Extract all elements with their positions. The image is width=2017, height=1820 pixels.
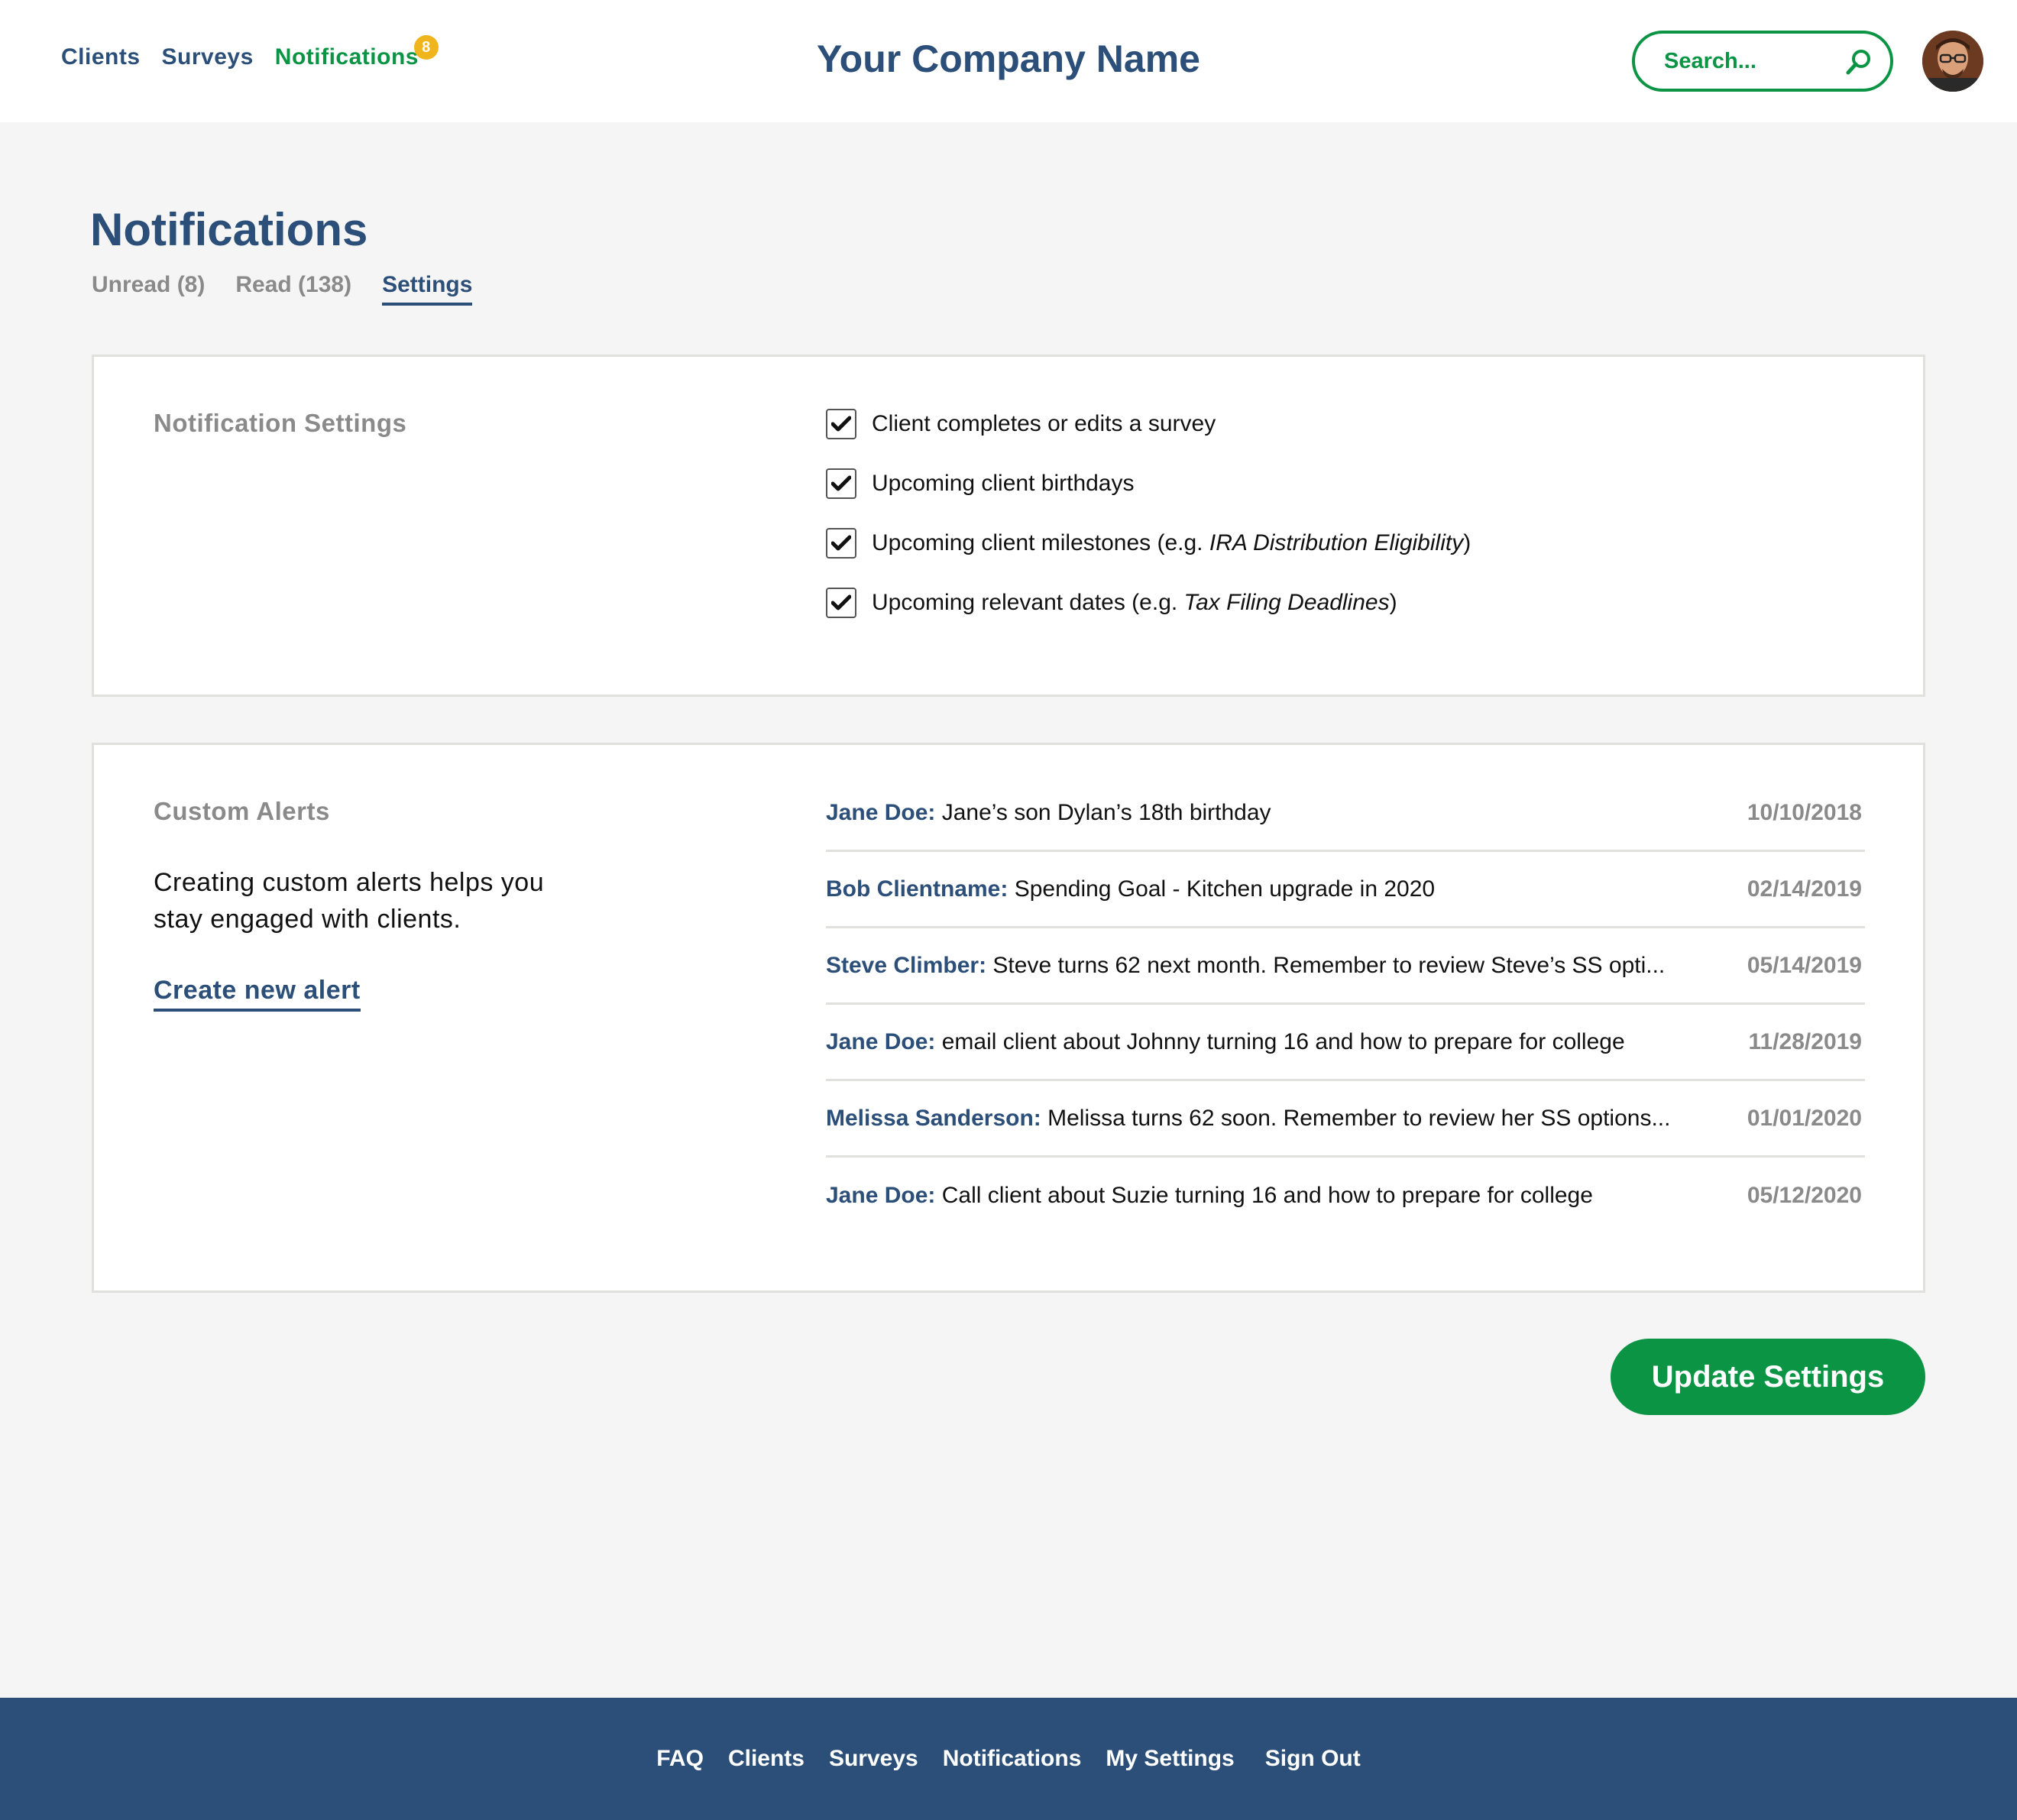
alert-client-name: Bob Clientname: [826,876,1008,902]
alert-date: 10/10/2018 [1747,799,1862,825]
alert-item[interactable]: Jane Doe: email client about Johnny turn… [826,1005,1865,1081]
alert-client-name: Jane Doe: [826,799,936,825]
search-box [1632,31,1893,92]
alert-date: 05/14/2019 [1747,952,1862,978]
alert-date: 05/12/2020 [1747,1183,1862,1208]
tab-settings[interactable]: Settings [382,272,473,306]
alert-item[interactable]: Jane Doe: Jane’s son Dylan’s 18th birthd… [826,776,1865,852]
footer-link-surveys[interactable]: Surveys [829,1746,918,1772]
alert-message: email client about Johnny turning 16 and… [935,1028,1625,1054]
alert-date: 11/28/2019 [1748,1028,1863,1054]
custom-alerts-description: Creating custom alerts helps you stay en… [154,868,545,934]
alert-client-name: Melissa Sanderson: [826,1105,1041,1131]
notification-options: Client completes or edits a survey Upcom… [826,409,1471,647]
alert-client-name: Steve Climber: [826,952,987,978]
option-label: Upcoming relevant dates (e.g. Tax Filing… [872,590,1397,615]
tab-read[interactable]: Read (138) [235,272,351,306]
alert-message: Call client about Suzie turning 16 and h… [935,1183,1593,1208]
option-label: Upcoming client birthdays [872,471,1135,496]
checkbox[interactable] [826,588,856,618]
footer-link-sign-out[interactable]: Sign Out [1265,1746,1361,1772]
notification-settings-card: Notification Settings Client completes o… [92,355,1925,697]
checkmark-icon [831,594,851,610]
search-input[interactable] [1664,48,1840,74]
alert-message: Jane’s son Dylan’s 18th birthday [935,799,1271,825]
checkmark-icon [831,416,851,432]
alert-message: Steve turns 62 next month. Remember to r… [986,952,1666,978]
search-icon[interactable] [1844,47,1873,76]
option-survey-edits[interactable]: Client completes or edits a survey [826,409,1471,439]
alerts-list: Jane Doe: Jane’s son Dylan’s 18th birthd… [826,776,1865,1234]
checkbox[interactable] [826,468,856,499]
option-label: Client completes or edits a survey [872,411,1216,436]
user-avatar[interactable] [1922,31,1983,92]
checkbox[interactable] [826,528,856,559]
checkmark-icon [831,475,851,491]
create-new-alert-link[interactable]: Create new alert [154,976,361,1012]
alert-item[interactable]: Jane Doe: Call client about Suzie turnin… [826,1158,1865,1234]
notification-tabs: Unread (8) Read (138) Settings [92,272,503,306]
alert-message: Spending Goal - Kitchen upgrade in 2020 [1008,876,1436,902]
footer-link-clients[interactable]: Clients [728,1746,805,1772]
checkmark-icon [831,535,851,551]
custom-alerts-card: Custom Alerts Creating custom alerts hel… [92,743,1925,1293]
footer: FAQ Clients Surveys Notifications My Set… [0,1698,2017,1820]
alert-client-name: Jane Doe: [826,1028,936,1054]
alert-client-name: Jane Doe: [826,1183,936,1208]
alert-item[interactable]: Bob Clientname: Spending Goal - Kitchen … [826,852,1865,928]
alert-item[interactable]: Steve Climber: Steve turns 62 next month… [826,928,1865,1005]
alert-date: 02/14/2019 [1747,876,1862,902]
option-relevant-dates[interactable]: Upcoming relevant dates (e.g. Tax Filing… [826,588,1471,618]
notification-settings-title: Notification Settings [154,409,407,437]
footer-link-my-settings[interactable]: My Settings [1106,1746,1234,1772]
top-header: Clients Surveys Notifications 8 Your Comp… [0,0,2017,122]
alert-item[interactable]: Melissa Sanderson: Melissa turns 62 soon… [826,1081,1865,1158]
option-milestones[interactable]: Upcoming client milestones (e.g. IRA Dis… [826,528,1471,559]
update-settings-button[interactable]: Update Settings [1611,1339,1925,1415]
alert-message: Melissa turns 62 soon. Remember to revie… [1041,1105,1671,1131]
alert-date: 01/01/2020 [1747,1105,1862,1131]
checkbox[interactable] [826,409,856,439]
footer-link-faq[interactable]: FAQ [656,1746,704,1772]
custom-alerts-title: Custom Alerts [154,797,330,825]
option-birthdays[interactable]: Upcoming client birthdays [826,468,1471,499]
option-label: Upcoming client milestones (e.g. IRA Dis… [872,530,1471,555]
footer-link-notifications[interactable]: Notifications [943,1746,1082,1772]
page-title: Notifications [90,204,368,255]
tab-unread[interactable]: Unread (8) [92,272,205,306]
